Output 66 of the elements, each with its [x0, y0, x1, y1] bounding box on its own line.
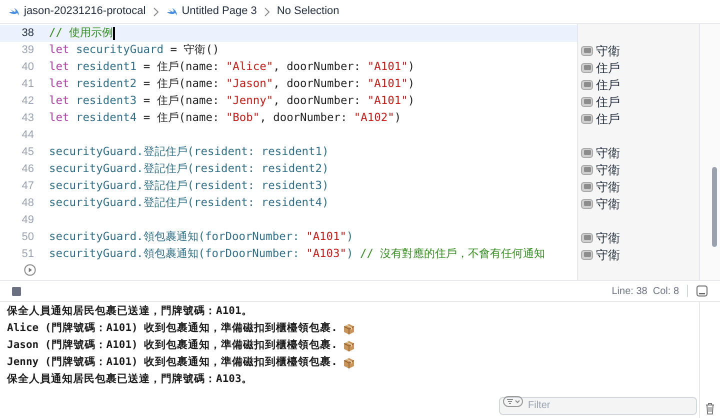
line-number: 50 — [20, 230, 35, 246]
filter-field[interactable]: Filter — [499, 396, 697, 414]
line-number: 47 — [20, 179, 35, 194]
console-output: Jenny (門牌號碼：A101) 收到包裹通知，準備磁扣到櫃檯領包裹. — [7, 354, 338, 370]
result-value: 住戶 — [596, 76, 620, 94]
code-line: let resident4 = 住戶(name: "Bob", doorNumber: "A102") — [49, 110, 402, 126]
line-number: 44 — [20, 128, 35, 144]
filter-menu-icon[interactable] — [503, 396, 523, 407]
result-toggle-icon[interactable] — [581, 232, 593, 242]
line-number: 49 — [20, 213, 35, 228]
line-number: 43 — [20, 111, 35, 126]
result-toggle-icon[interactable] — [581, 46, 593, 56]
result-value: 守衛 — [596, 42, 620, 60]
line-number: 41 — [20, 77, 35, 92]
result-value: 守衛 — [596, 246, 620, 264]
line-number: 40 — [20, 60, 35, 76]
stop-button[interactable] — [12, 286, 21, 296]
code-line: let resident2 = 住戶(name: "Jason", doorNumber: "A101") — [49, 76, 415, 92]
result-toggle-icon[interactable] — [581, 114, 593, 124]
panel-icon[interactable] — [696, 285, 708, 297]
console-output: Jason (門牌號碼：A101) 收到包裹通知，準備磁扣到櫃檯領包裹. — [7, 338, 338, 353]
result-toggle-icon[interactable] — [581, 96, 593, 106]
code-line: securityGuard.登記住戶(resident: resident2) — [49, 161, 329, 178]
result-value: 住戶 — [596, 94, 620, 110]
result-toggle-icon[interactable] — [581, 164, 593, 174]
result-value: 守衛 — [596, 196, 620, 212]
result-value: 守衛 — [596, 230, 620, 246]
code-line: securityGuard.登記住戶(resident: resident3) — [49, 178, 329, 194]
code-line: let resident1 = 住戶(name: "Alice", doorNumber: "A101") — [49, 59, 415, 76]
trash-icon[interactable] — [705, 402, 715, 415]
breadcrumb-item[interactable]: No Selection — [276, 3, 340, 20]
result-value: 守衛 — [596, 178, 620, 196]
result-value: 住戶 — [596, 60, 620, 76]
breadcrumb-item[interactable]: Untitled Page 3 — [182, 3, 257, 20]
line-number: 42 — [20, 94, 35, 110]
code-line: let securityGuard = 守衛() — [49, 42, 220, 58]
result-value: 守衛 — [596, 144, 620, 162]
line-number: 39 — [20, 43, 35, 58]
console-output: 保全人員通知居民包裹已送達，門牌號碼：A103。 — [7, 372, 252, 387]
result-toggle-icon[interactable] — [581, 198, 593, 208]
cursor-position: Line: 38 Col: 8 — [612, 284, 679, 298]
result-toggle-icon[interactable] — [581, 148, 593, 158]
line-number: 48 — [20, 196, 35, 212]
breadcrumb-item[interactable]: jason-20231216-protocal — [24, 3, 146, 20]
code-line: let resident3 = 住戶(name: "Jenny", doorNumber: "A101") — [49, 93, 415, 110]
code-line: // 使用示例 — [49, 25, 114, 42]
result-toggle-icon[interactable] — [581, 182, 593, 192]
console-output: Alice (門牌號碼：A101) 收到包裹通知，準備磁扣到櫃檯領包裹. — [7, 320, 338, 336]
chevron-icon — [264, 6, 270, 16]
code-line: securityGuard.領包裹通知(forDoorNumber: "A101") — [49, 229, 354, 246]
code-line: securityGuard.登記住戶(resident: resident4) — [49, 195, 329, 212]
scrollbar-thumb[interactable] — [712, 167, 716, 247]
line-number: 46 — [20, 162, 35, 178]
line-number: 38 — [20, 26, 35, 42]
result-toggle-icon[interactable] — [581, 62, 593, 72]
line-number: 45 — [20, 145, 35, 160]
result-toggle-icon[interactable] — [581, 80, 593, 90]
result-toggle-icon[interactable] — [581, 250, 593, 260]
result-value: 守衛 — [596, 162, 620, 178]
result-value: 住戶 — [596, 110, 620, 128]
run-icon[interactable] — [24, 264, 36, 276]
line-number: 51 — [20, 247, 35, 262]
chevron-icon — [152, 6, 159, 16]
code-line: securityGuard.登記住戶(resident: resident1) — [49, 144, 329, 160]
code-line: securityGuard.領包裹通知(forDoorNumber: "A103") // 沒有對應的住戶，不會有任何通知 — [49, 246, 546, 262]
console-output: 保全人員通知居民包裹已送達，門牌號碼：A101。 — [7, 304, 252, 319]
